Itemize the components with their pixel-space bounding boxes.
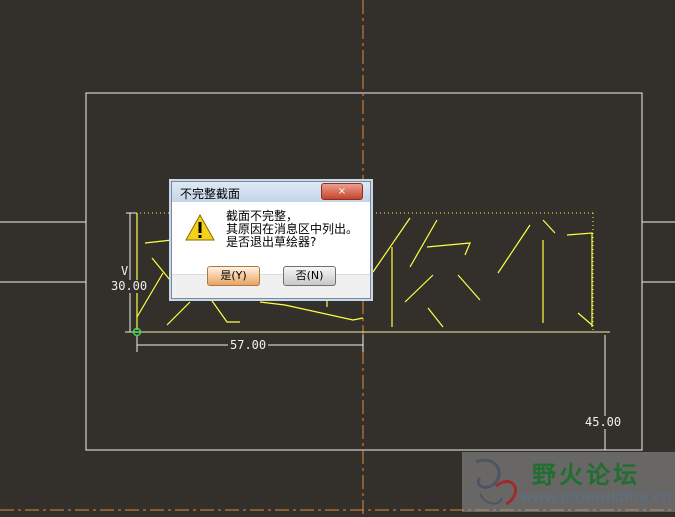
watermark-logo-icon: [475, 458, 517, 506]
dimension-offset[interactable]: 45.00: [583, 416, 624, 429]
dimension-vertical-marker: V: [121, 264, 129, 278]
no-button[interactable]: 否(N): [283, 266, 336, 286]
message-line: 是否退出草绘器?: [226, 235, 317, 249]
dimension-height[interactable]: 30.00: [109, 280, 150, 293]
watermark-url: www.proewildfire.cn: [520, 488, 672, 506]
close-button[interactable]: ×: [321, 183, 363, 200]
dialog-title: 不完整截面: [180, 187, 241, 201]
dialog-message: 截面不完整， 其原因在消息区中列出。 是否退出草绘器?: [226, 210, 358, 249]
incomplete-section-dialog: 不完整截面 × 截面不完整， 其原因在消息区中列出。 是否退出草绘器? 是(Y)…: [171, 181, 371, 299]
yes-button[interactable]: 是(Y): [207, 266, 260, 286]
dialog-titlebar[interactable]: 不完整截面 ×: [172, 182, 370, 202]
warning-icon: [185, 214, 215, 241]
dimension-width[interactable]: 57.00: [228, 339, 269, 352]
watermark: 野火论坛 www.proewildfire.cn: [462, 452, 675, 512]
watermark-title: 野火论坛: [532, 461, 640, 489]
